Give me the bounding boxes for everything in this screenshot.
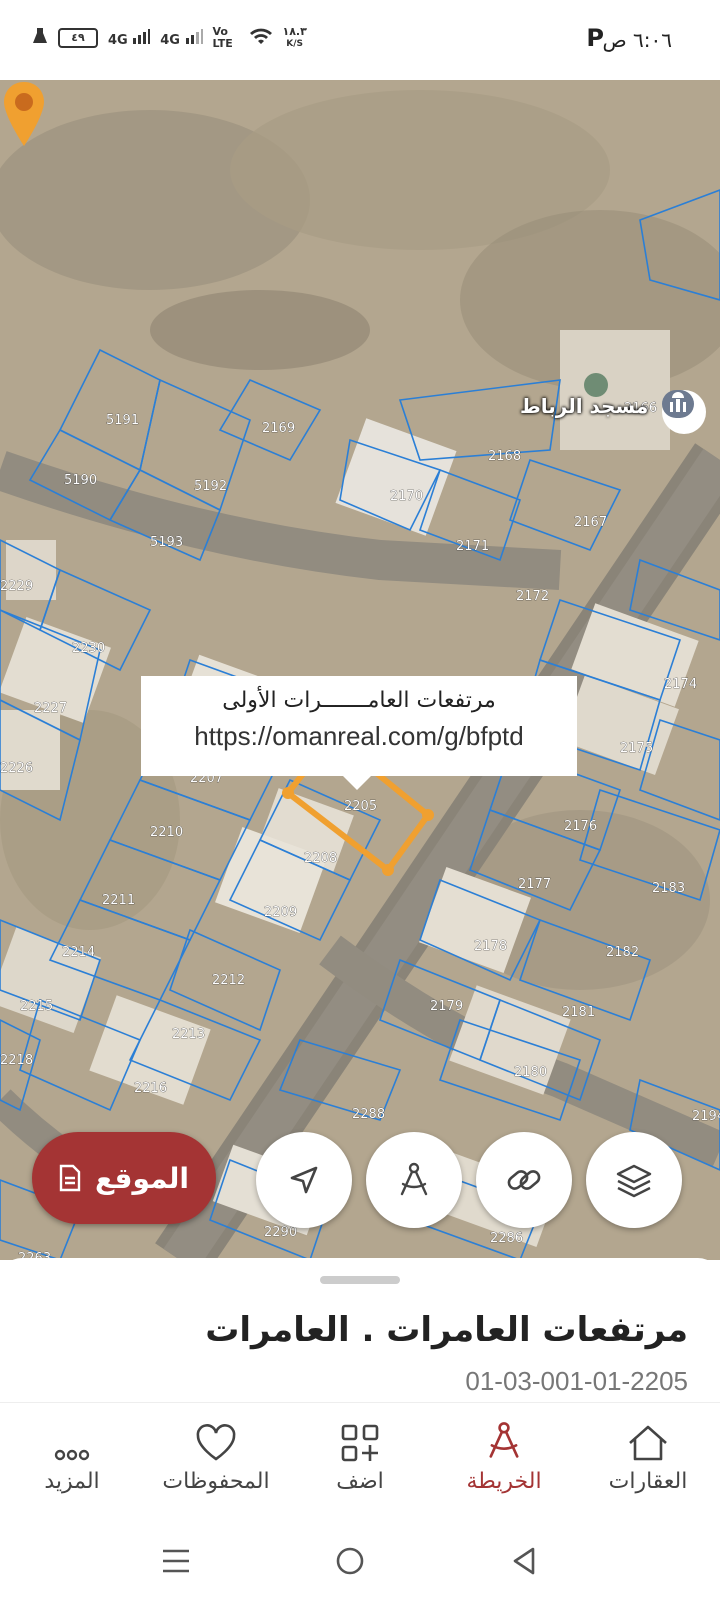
battery-icon: ٤٩ (58, 28, 98, 48)
parcel-label-2215[interactable]: 2215 (20, 999, 54, 1015)
home-button[interactable] (320, 1536, 380, 1586)
signal-4g-1: 4G (108, 28, 151, 48)
parcel-label-2169[interactable]: 2169 (262, 421, 296, 437)
parcel-label-5192[interactable]: 5192 (194, 479, 228, 495)
parcel-label-2177[interactable]: 2177 (518, 877, 552, 893)
parcel-label-2168[interactable]: 2168 (488, 449, 522, 465)
link-icon (507, 1170, 541, 1190)
nav-add-label: اضف (336, 1469, 384, 1494)
document-icon (59, 1164, 81, 1192)
back-triangle-icon (513, 1547, 535, 1575)
menu-icon (163, 1549, 189, 1573)
parcel-label-2179[interactable]: 2179 (430, 999, 464, 1015)
parcel-label-2209[interactable]: 2209 (264, 905, 298, 921)
parcel-label-2212[interactable]: 2212 (212, 973, 246, 989)
parcel-label-2214[interactable]: 2214 (62, 945, 96, 961)
heart-icon (196, 1424, 236, 1461)
nav-add[interactable]: اضف (288, 1403, 432, 1513)
mosque-icon[interactable] (662, 390, 706, 434)
back-button[interactable] (494, 1536, 554, 1586)
parcel-label-2170[interactable]: 2170 (390, 489, 424, 505)
parcel-label-2183[interactable]: 2183 (652, 881, 686, 897)
parcel-label-2227[interactable]: 2227 (34, 701, 68, 717)
parcel-label-2208[interactable]: 2208 (304, 851, 338, 867)
parcel-label-2218[interactable]: 2218 (0, 1053, 33, 1069)
signal-4g-2: 4G (160, 28, 203, 48)
nav-map[interactable]: الخريطة (432, 1403, 576, 1513)
parcel-label-2171[interactable]: 2171 (456, 539, 490, 555)
map-canvas: 2166 2169 2168 5191 5190 5192 2170 2167 … (0, 80, 720, 1260)
sheet-drag-handle[interactable] (320, 1276, 400, 1284)
parcel-label-2288[interactable]: 2288 (352, 1107, 386, 1123)
circle-home-icon (336, 1547, 364, 1575)
nav-saved[interactable]: المحفوظات (144, 1403, 288, 1513)
parcel-label-5191[interactable]: 5191 (106, 413, 140, 429)
layers-button[interactable] (586, 1132, 682, 1228)
parcel-label-2176[interactable]: 2176 (564, 819, 598, 835)
map-compass-icon (489, 1422, 519, 1458)
location-pin-icon[interactable] (0, 80, 48, 150)
status-bar: ٤٩ 4G 4G Vo LTE ١٨.٣ K/S P ٦:٠٦ ص (0, 0, 720, 80)
parcel-label-2172[interactable]: 2172 (516, 589, 550, 605)
parcel-label-2210[interactable]: 2210 (150, 825, 184, 841)
place-code: 01-03-001-01-2205 (465, 1366, 688, 1396)
compass-icon (400, 1162, 428, 1196)
parcel-label-2216[interactable]: 2216 (134, 1081, 168, 1097)
parcel-label-2182[interactable]: 2182 (606, 945, 640, 961)
p-icon: P (586, 24, 604, 52)
parcel-label-2180[interactable]: 2180 (514, 1065, 548, 1081)
parcel-label-2211[interactable]: 2211 (102, 893, 136, 909)
parcel-label-2178[interactable]: 2178 (474, 939, 508, 955)
parcel-label-2175[interactable]: 2175 (620, 741, 654, 757)
nav-properties[interactable]: العقارات (576, 1403, 720, 1513)
parcel-label-2229[interactable]: 2229 (0, 579, 33, 595)
site-button-label: الموقع (95, 1161, 189, 1195)
nav-properties-label: العقارات (608, 1469, 688, 1494)
compass-button[interactable] (366, 1132, 462, 1228)
status-icons: ٤٩ 4G 4G Vo LTE ١٨.٣ K/S (32, 26, 307, 50)
mosque-label[interactable]: مسجد الرباط (520, 394, 648, 418)
callout-url[interactable]: https://omanreal.com/g/bfptd (141, 721, 577, 752)
parcel-label-2213[interactable]: 2213 (172, 1027, 206, 1043)
more-icon (54, 1449, 90, 1461)
site-button[interactable]: الموقع (32, 1132, 216, 1224)
parcel-label-2167[interactable]: 2167 (574, 515, 608, 531)
bottom-nav: المزيد المحفوظات اضف الخريطة العقارات (0, 1402, 720, 1512)
parcel-label-2194[interactable]: 2194 (692, 1109, 720, 1125)
parcel-label-5190[interactable]: 5190 (64, 473, 98, 489)
parcel-label-2174[interactable]: 2174 (664, 677, 698, 693)
nav-saved-label: المحفوظات (162, 1469, 270, 1494)
system-nav-bar (0, 1512, 720, 1612)
parcel-label-5193[interactable]: 5193 (150, 535, 184, 551)
layers-icon (616, 1164, 652, 1198)
nav-more[interactable]: المزيد (0, 1403, 144, 1513)
link-button[interactable] (476, 1132, 572, 1228)
navigation-arrow-button[interactable] (256, 1132, 352, 1228)
parcel-label-2230[interactable]: 2230 (72, 641, 106, 657)
parcel-label-2226[interactable]: 2226 (0, 761, 33, 777)
nav-map-label: الخريطة (466, 1469, 542, 1494)
wifi-icon (249, 27, 273, 49)
net-speed: ١٨.٣ K/S (282, 25, 307, 50)
parcel-label-2181[interactable]: 2181 (562, 1005, 596, 1021)
parcel-label-2205[interactable]: 2205 (344, 799, 378, 815)
place-sheet[interactable]: مرتفعات العامرات . العامرات 01-03-001-01… (0, 1258, 720, 1402)
parcel-label-2290[interactable]: 2290 (264, 1225, 298, 1241)
navigation-arrow-icon (290, 1166, 318, 1194)
recents-button[interactable] (146, 1536, 206, 1586)
parcel-label-2286[interactable]: 2286 (490, 1231, 524, 1247)
home-icon (629, 1425, 667, 1461)
location-callout[interactable]: مرتفعات العامـــــــرات الأولى https://o… (141, 676, 577, 790)
clock: ٦:٠٦ ص (602, 28, 672, 52)
place-title: مرتفعات العامرات . العامرات (205, 1310, 688, 1350)
callout-title: مرتفعات العامـــــــرات الأولى (222, 688, 496, 713)
nav-more-label: المزيد (44, 1469, 100, 1494)
add-grid-icon (341, 1424, 379, 1462)
flask-icon (32, 27, 48, 49)
volte-label: Vo LTE (212, 25, 233, 50)
satellite-map[interactable]: 2166 2169 2168 5191 5190 5192 2170 2167 … (0, 80, 720, 1260)
